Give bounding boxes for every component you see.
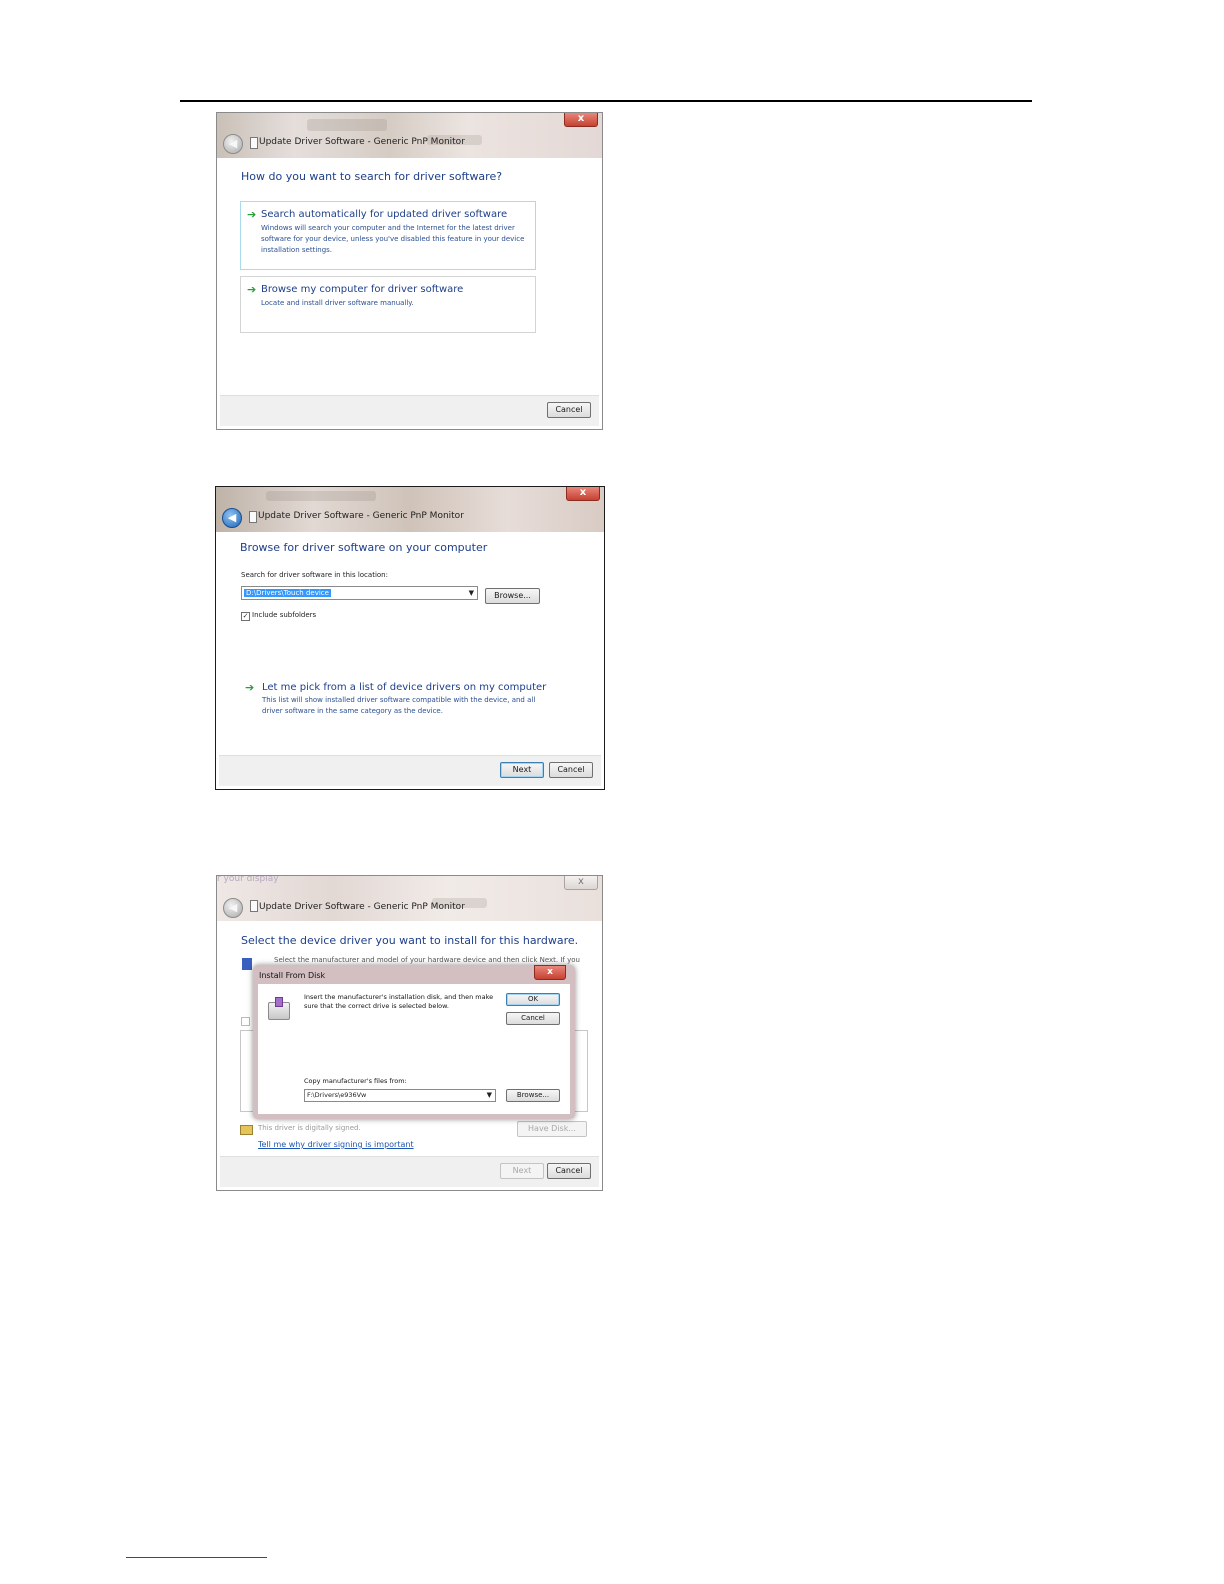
install-from-disk-title: Install From Disk: [259, 971, 326, 980]
install-browse-button[interactable]: Browse...: [506, 1089, 560, 1102]
next-button[interactable]: Next: [500, 762, 544, 778]
ok-button[interactable]: OK: [506, 993, 560, 1006]
dialog-footer: Cancel: [220, 395, 599, 426]
search-location-label: Search for driver software in this locat…: [241, 571, 388, 579]
option-title: Let me pick from a list of device driver…: [262, 682, 547, 693]
include-subfolders-checkbox[interactable]: ✓: [241, 612, 250, 621]
cancel-button[interactable]: Cancel: [549, 762, 593, 778]
window-close-button[interactable]: x: [564, 113, 598, 127]
green-arrow-icon: ➔: [247, 283, 257, 296]
option-description: Locate and install driver software manua…: [261, 299, 414, 307]
back-arrow-icon[interactable]: ◀: [223, 134, 243, 154]
page-top-rule: [180, 100, 1032, 102]
window-chrome: [216, 487, 604, 532]
next-button[interactable]: Next: [500, 1163, 544, 1179]
dialog-search-method: x ◀ Update Driver Software - Generic PnP…: [216, 112, 603, 430]
pick-from-list-option[interactable]: ➔ Let me pick from a list of device driv…: [241, 677, 551, 717]
search-automatically-option[interactable]: ➔ Search automatically for updated drive…: [240, 201, 536, 270]
copy-from-combobox[interactable]: F:\Drivers\e936Vw ▼: [304, 1089, 496, 1102]
location-value: D:\Drivers\Touch device: [244, 589, 331, 597]
dialog-body: Browse for driver software on your compu…: [219, 532, 601, 789]
install-from-disk-dialog: Install From Disk x Insert the manufactu…: [253, 965, 575, 1119]
show-compatible-checkbox[interactable]: [241, 1017, 250, 1026]
document-icon: [249, 511, 257, 523]
page-heading: How do you want to search for driver sof…: [241, 170, 503, 183]
dialog-browse-location: x ◀ Update Driver Software - Generic PnP…: [215, 486, 605, 790]
window-chrome: [217, 113, 602, 158]
browse-button[interactable]: Browse...: [485, 588, 540, 604]
option-title: Search automatically for updated driver …: [261, 209, 508, 220]
dropdown-arrow-icon[interactable]: ▼: [487, 1090, 492, 1101]
install-from-disk-message: Insert the manufacturer's installation d…: [304, 993, 494, 1010]
window-chrome: r your display: [217, 876, 602, 921]
green-arrow-icon: ➔: [245, 681, 255, 694]
browse-computer-option[interactable]: ➔ Browse my computer for driver software…: [240, 276, 536, 333]
page-heading: Browse for driver software on your compu…: [240, 541, 488, 554]
dropdown-arrow-icon[interactable]: ▼: [469, 587, 474, 599]
page-heading: Select the device driver you want to ins…: [241, 934, 579, 947]
copy-from-value: F:\Drivers\e936Vw: [307, 1091, 367, 1099]
cancel-button[interactable]: Cancel: [547, 402, 591, 418]
dialog-body: How do you want to search for driver sof…: [220, 158, 599, 429]
signed-driver-text: This driver is digitally signed.: [258, 1124, 361, 1132]
install-from-disk-titlebar: Install From Disk: [258, 970, 570, 984]
copy-files-label: Copy manufacturer's files from:: [304, 1077, 407, 1085]
install-cancel-button[interactable]: Cancel: [506, 1012, 560, 1025]
partial-background-text: r your display: [217, 875, 279, 884]
document-icon: [250, 900, 258, 912]
have-disk-button[interactable]: Have Disk...: [517, 1121, 587, 1137]
window-title: Update Driver Software - Generic PnP Mon…: [258, 511, 464, 521]
back-arrow-icon[interactable]: ◀: [223, 898, 243, 918]
disk-drive-icon: [268, 997, 290, 1020]
dialog-select-driver: r your display x ◀ Update Driver Softwar…: [216, 875, 603, 1191]
back-arrow-icon[interactable]: ◀: [222, 508, 242, 528]
driver-signing-link[interactable]: Tell me why driver signing is important: [258, 1140, 414, 1149]
option-title: Browse my computer for driver software: [261, 284, 464, 295]
option-description: This list will show installed driver sof…: [262, 696, 536, 715]
dialog-footer: Next Cancel: [219, 755, 601, 786]
location-combobox[interactable]: D:\Drivers\Touch device ▼: [241, 586, 478, 600]
window-close-button[interactable]: x: [566, 487, 600, 501]
install-from-disk-close-button[interactable]: x: [534, 965, 566, 980]
cancel-button[interactable]: Cancel: [547, 1163, 591, 1179]
window-title: Update Driver Software - Generic PnP Mon…: [259, 902, 465, 912]
option-description: Windows will search your computer and th…: [261, 224, 525, 254]
signed-driver-icon: [240, 1125, 253, 1135]
dialog-footer: Next Cancel: [220, 1156, 599, 1187]
include-subfolders-label: Include subfolders: [252, 611, 317, 619]
document-icon: [250, 137, 258, 149]
window-title: Update Driver Software - Generic PnP Mon…: [259, 137, 465, 147]
background-instruction: Select the manufacturer and model of you…: [274, 956, 580, 964]
green-arrow-icon: ➔: [247, 208, 257, 221]
footnote-rule: [126, 1557, 267, 1558]
window-close-button[interactable]: x: [564, 876, 598, 890]
hardware-icon: [242, 958, 252, 970]
